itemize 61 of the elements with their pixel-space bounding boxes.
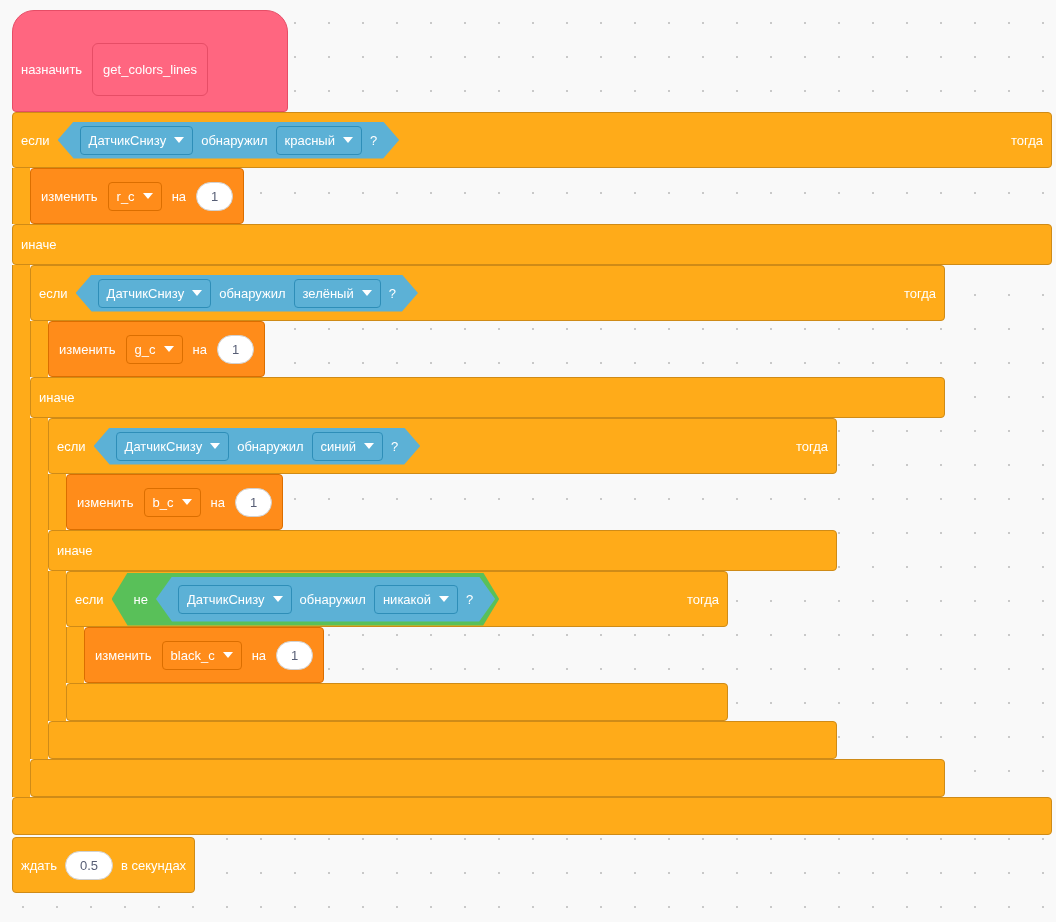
block-label: иначе: [21, 237, 57, 252]
block-label: изменить: [41, 188, 98, 204]
number-input[interactable]: 1: [196, 181, 234, 211]
number-input[interactable]: 1: [276, 640, 314, 670]
caret-icon: [163, 346, 174, 352]
color-dropdown[interactable]: зелёный: [293, 278, 381, 308]
sensor-dropdown[interactable]: ДатчикСнизу: [97, 278, 212, 308]
block-label: если: [57, 438, 86, 454]
caret-icon: [181, 499, 192, 505]
block-label: тогда: [904, 285, 936, 301]
color-dropdown[interactable]: синий: [311, 431, 383, 461]
variable-dropdown[interactable]: black_c: [161, 640, 242, 670]
block-label: на: [171, 188, 187, 204]
block-label: если: [75, 591, 104, 607]
caret-icon: [272, 596, 283, 602]
question-mark: ?: [391, 438, 399, 454]
caret-icon: [174, 137, 185, 143]
caret-icon: [361, 290, 372, 296]
caret-icon: [142, 193, 153, 199]
number-input[interactable]: 1: [234, 487, 273, 517]
number-input[interactable]: 0.5: [64, 850, 114, 880]
block-label: изменить: [59, 341, 116, 357]
caret-icon: [210, 443, 221, 449]
block-label: если: [39, 285, 68, 301]
block-label: обнаружил: [237, 438, 304, 454]
block-label: тогда: [1011, 132, 1043, 148]
block-label: иначе: [57, 543, 93, 558]
caret-icon: [364, 443, 374, 449]
block-label: обнаружил: [201, 132, 268, 148]
block-label: ждать: [21, 857, 57, 873]
block-label: если: [21, 132, 50, 148]
number-input[interactable]: 1: [216, 334, 255, 364]
block-label: на: [192, 341, 207, 357]
color-dropdown[interactable]: никакой: [373, 584, 458, 614]
variable-dropdown[interactable]: r_c: [107, 181, 162, 211]
block-label: обнаружил: [219, 285, 286, 301]
block-label: назначить: [21, 61, 83, 77]
block-label: не: [133, 591, 148, 607]
sensor-dropdown[interactable]: ДатчикСнизу: [115, 431, 230, 461]
block-label: изменить: [77, 494, 134, 510]
question-mark: ?: [465, 591, 474, 607]
block-label: тогда: [796, 438, 828, 454]
question-mark: ?: [369, 132, 378, 148]
block-label: обнаружил: [299, 591, 366, 607]
variable-dropdown[interactable]: b_c: [143, 487, 201, 517]
block-label: иначе: [39, 390, 75, 405]
caret-icon: [192, 290, 203, 296]
question-mark: ?: [388, 285, 396, 301]
color-dropdown[interactable]: красный: [275, 125, 362, 155]
sensor-dropdown[interactable]: ДатчикСнизу: [79, 125, 194, 155]
block-label: на: [251, 647, 267, 663]
block-label: тогда: [687, 591, 719, 607]
variable-dropdown[interactable]: g_c: [125, 334, 183, 364]
block-label: на: [210, 494, 225, 510]
block-label: в секундах: [121, 857, 187, 873]
sensor-dropdown[interactable]: ДатчикСнизу: [178, 584, 292, 614]
block-label: изменить: [95, 647, 152, 663]
value-slot[interactable]: get_colors_lines: [92, 42, 209, 96]
caret-icon: [438, 596, 449, 602]
caret-icon: [342, 137, 353, 143]
caret-icon: [222, 652, 233, 658]
